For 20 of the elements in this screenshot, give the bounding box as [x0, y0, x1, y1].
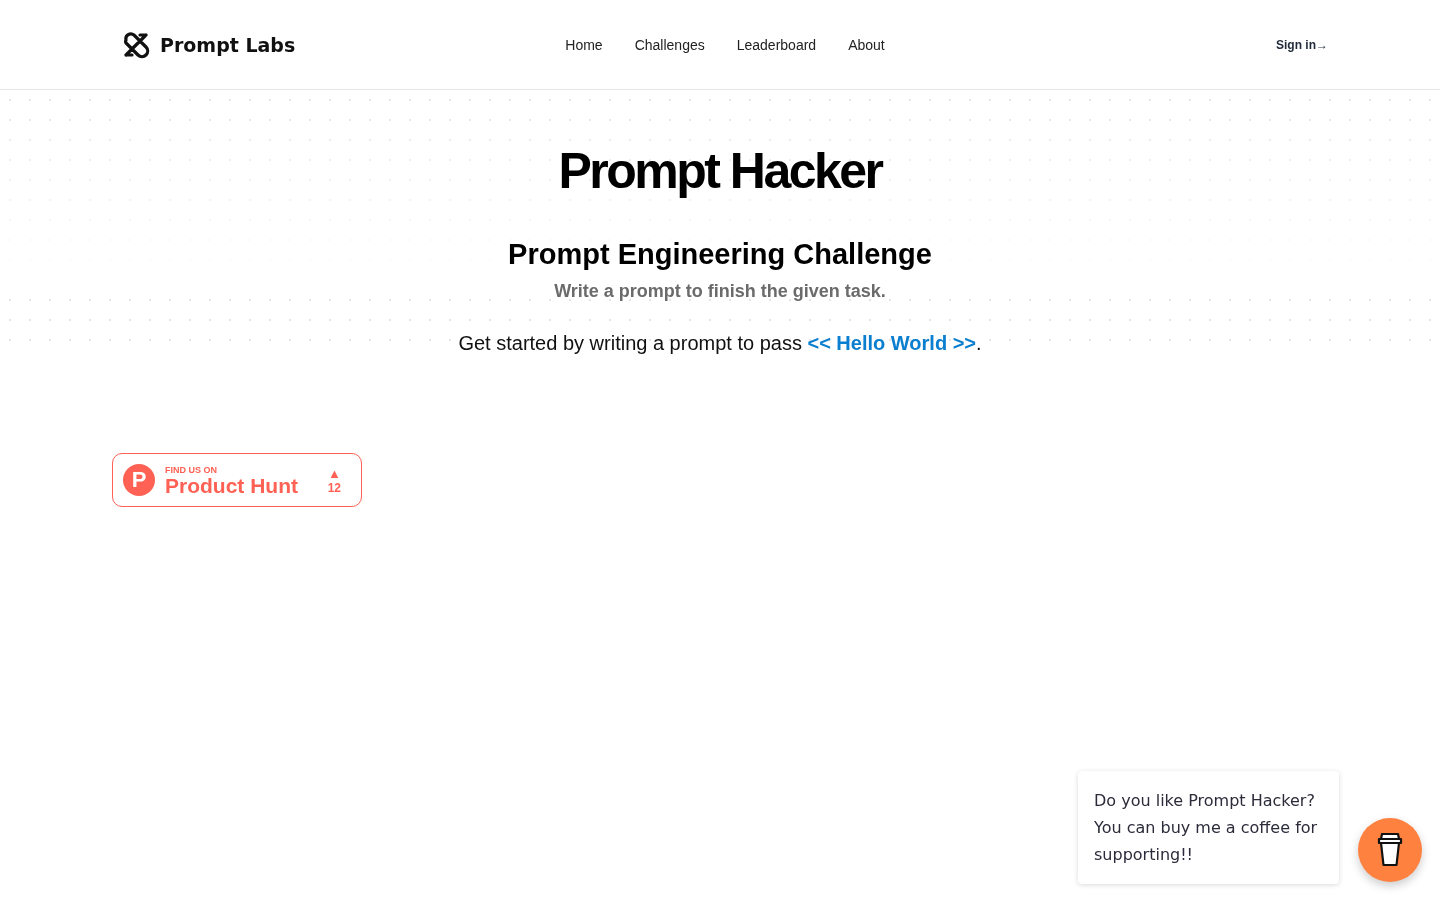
- challenge-link[interactable]: << Hello World >>: [807, 332, 977, 354]
- badge-caption: FIND US ON: [165, 464, 218, 475]
- page-subtitle: Prompt Engineering Challenge: [508, 238, 932, 271]
- nav-link[interactable]: Leaderboard: [736, 36, 817, 53]
- logo-icon: [122, 30, 150, 59]
- product-hunt-logo: P: [123, 464, 155, 496]
- cup-icon: [1377, 832, 1403, 868]
- upvote-icon: ▲: [327, 465, 341, 481]
- vote-count: 12: [327, 480, 341, 495]
- nav-link[interactable]: Home: [565, 36, 603, 53]
- coffee-message: Do you like Prompt Hacker? You can buy me a coffee for supporting!!: [1078, 771, 1339, 884]
- brand-name: Prompt Labs: [160, 33, 296, 56]
- nav-link[interactable]: Challenges: [634, 36, 705, 53]
- page-title: Prompt Hacker: [558, 142, 882, 200]
- badge-title: Product Hunt: [165, 474, 299, 496]
- coffee-button[interactable]: [1358, 818, 1422, 882]
- tagline: Write a prompt to finish the given task.: [554, 281, 886, 302]
- intro-text: Get started by writing a prompt to pass << Hello World >>.: [458, 332, 982, 355]
- nav-link[interactable]: About: [848, 36, 885, 53]
- sign-in-link[interactable]: Sign in→: [1276, 37, 1328, 52]
